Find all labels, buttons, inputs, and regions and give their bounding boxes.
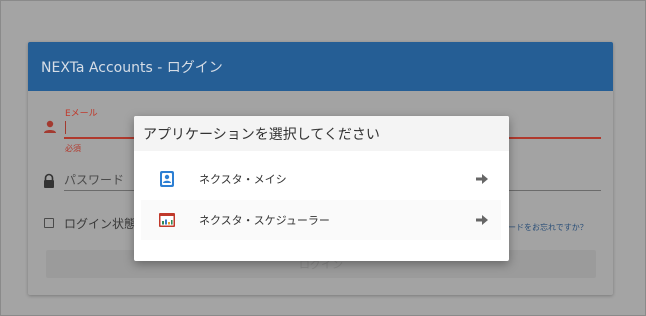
contact-card-icon bbox=[160, 171, 174, 187]
remember-checkbox[interactable] bbox=[44, 218, 54, 228]
forgot-password-link[interactable]: ードをお忘れですか？ bbox=[508, 222, 588, 233]
person-icon bbox=[44, 120, 56, 133]
dialog-title: アプリケーションを選択してください bbox=[134, 116, 509, 151]
login-title: NEXTa Accounts - ログイン bbox=[41, 59, 223, 76]
app-select-dialog: アプリケーションを選択してください ネクスタ・メイシ ネクスタ・スケジューラー bbox=[134, 116, 509, 261]
app-item-meishi[interactable]: ネクスタ・メイシ bbox=[141, 159, 501, 199]
text-cursor bbox=[65, 121, 66, 134]
scheduler-calendar-icon bbox=[159, 213, 175, 227]
dialog-title-text: アプリケーションを選択してください bbox=[143, 126, 380, 143]
app-label-scheduler: ネクスタ・スケジューラー bbox=[199, 214, 330, 227]
email-helper: 必須 bbox=[65, 144, 81, 153]
app-item-scheduler[interactable]: ネクスタ・スケジューラー bbox=[141, 200, 501, 240]
arrow-right-icon bbox=[476, 174, 488, 184]
email-label: Eメール bbox=[65, 109, 98, 119]
password-input[interactable]: パスワード bbox=[64, 171, 124, 188]
lock-icon bbox=[44, 173, 54, 188]
remember-label: ログイン状態 bbox=[64, 217, 137, 231]
login-header: NEXTa Accounts - ログイン bbox=[28, 42, 613, 91]
arrow-right-icon bbox=[476, 215, 488, 225]
app-label-meishi: ネクスタ・メイシ bbox=[199, 173, 287, 186]
